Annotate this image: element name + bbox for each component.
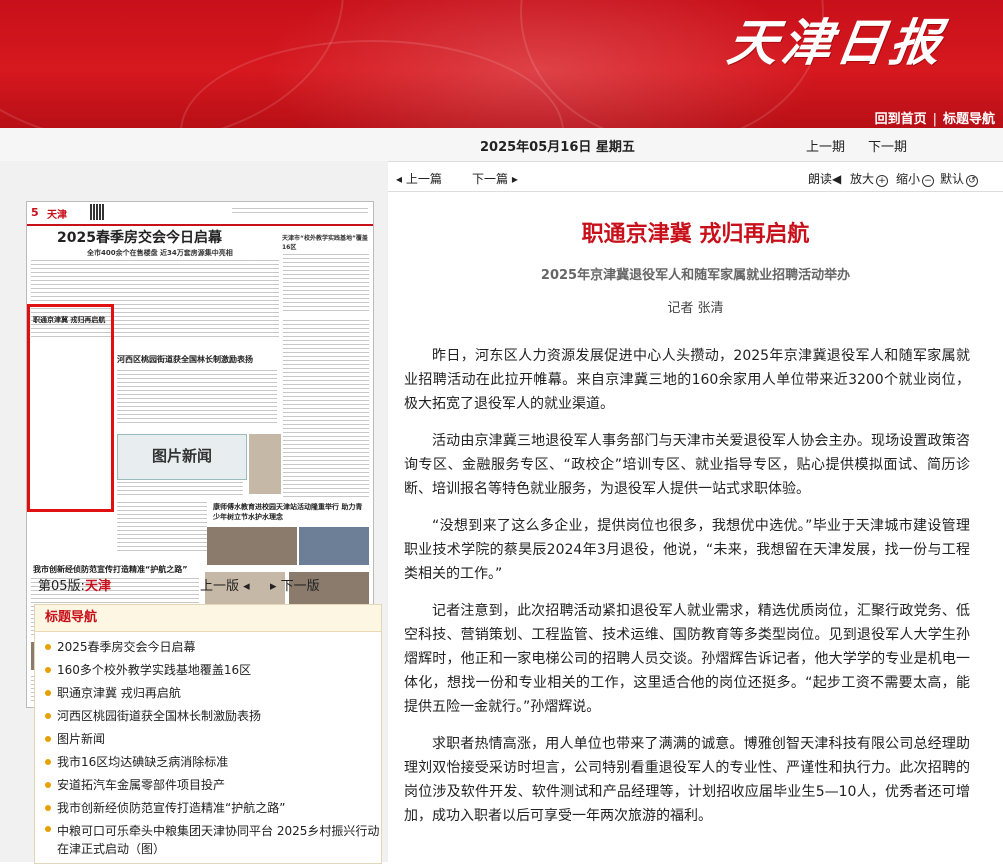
prev-page-link[interactable]: 上一版 ◂ <box>200 575 250 594</box>
date-bar: 2025年05月16日 星期五 上一期 下一期 <box>0 128 1003 162</box>
toc-item[interactable]: 我市16区均达碘缺乏病消除标准 <box>45 751 381 774</box>
reset-icon: ↺ <box>966 175 979 187</box>
qr-code-icon <box>90 204 104 220</box>
speaker-icon: ◀ <box>832 172 842 186</box>
bullet-icon <box>45 667 51 673</box>
bullet-icon <box>45 690 51 696</box>
next-article-link[interactable]: 下一篇 ▸ <box>472 170 518 187</box>
toc-item[interactable]: 我市创新经侦防范宣传打造精准“护航之路” <box>45 797 381 820</box>
article-paragraph: “没想到来了这么多企业，提供岗位也很多，我想优中选优。”毕业于天津城市建设管理职… <box>404 518 970 582</box>
toc-item[interactable]: 安道拓汽车金属零部件项目投产 <box>45 774 381 797</box>
default-size-button[interactable]: 默认 ↺ <box>940 170 979 187</box>
thumb-photo <box>249 434 281 494</box>
edition-label: 第05版:天津 <box>38 575 111 594</box>
bullet-icon <box>45 782 51 788</box>
nav-separator: | <box>932 112 937 127</box>
thumb-story4[interactable]: 我市创新经侦防范宣传打造精准“护航之路” <box>33 564 188 575</box>
article-paragraph: 求职者热情高涨，用人单位也带来了满满的诚意。博雅创智天津科技有限公司总经理助理刘… <box>404 736 970 824</box>
toc-item[interactable]: 河西区桃园街道获全国林长制激励表扬 <box>45 705 381 728</box>
thumb-story3[interactable]: 康师傅水教育进校园天津站活动隆重举行 助力青少年树立节水护水理念 <box>213 502 369 522</box>
thumb-text-block <box>117 482 243 496</box>
thumb-headline[interactable]: 2025春季房交会今日启幕 <box>57 227 222 247</box>
thumb-right-head[interactable]: 天津市“校外教学实践基地”覆盖16区 <box>282 234 370 252</box>
masthead-text <box>232 208 368 216</box>
next-page-link[interactable]: ▸ 下一版 <box>270 575 320 594</box>
headline-nav-link[interactable]: 标题导航 <box>943 112 995 127</box>
edition-prefix: 第05版: <box>38 579 85 594</box>
newspaper-logo[interactable]: 天津日报 <box>723 10 990 76</box>
article-subtitle: 2025年京津冀退役军人和随军家属就业招聘活动举办 <box>540 268 851 283</box>
bullet-icon <box>45 759 51 765</box>
toc-title: 标题导航 <box>35 605 381 632</box>
zoom-in-button[interactable]: 放大 + <box>850 170 889 187</box>
zoom-out-button[interactable]: 缩小 − <box>896 170 935 187</box>
edition-name: 天津 <box>84 579 111 594</box>
prev-issue-link[interactable]: 上一期 <box>806 136 845 155</box>
page-label: 天津 <box>47 210 67 221</box>
highlight-title: 职通京津冀 戎归再启航 <box>33 316 106 324</box>
bullet-icon <box>45 805 51 811</box>
issue-date: 2025年05月16日 星期五 <box>480 140 635 155</box>
article-paragraph: 记者注意到，此次招聘活动紧扣退役军人就业需求，精选优质岗位，汇聚行政党务、低空科… <box>404 603 970 715</box>
article-paragraph: 活动由京津冀三地退役军人事务部门与天津市关爱退役军人协会主办。现场设置政策咨询专… <box>404 433 970 497</box>
prev-page-label: 上一版 <box>200 579 240 594</box>
toc-item[interactable]: 职通京津冀 戎归再启航 <box>45 682 381 705</box>
read-aloud-button[interactable]: 朗读◀ <box>808 170 841 187</box>
thumb-text-block <box>283 320 369 500</box>
toc-item[interactable]: 160多个校外教学实践基地覆盖16区 <box>45 659 381 682</box>
toc-item[interactable]: 图片新闻 <box>45 728 381 751</box>
toc-item[interactable]: 2025春季房交会今日启幕 <box>45 636 381 659</box>
thumb-photo-news[interactable]: 图片新闻 <box>117 434 247 480</box>
thumb-text-block <box>283 254 369 314</box>
plus-icon: + <box>876 175 889 187</box>
selected-article-highlight[interactable]: 职通京津冀 戎归再启航 <box>27 304 114 512</box>
article-title: 职通京津冀 戎归再启航 <box>581 222 810 247</box>
page-number: 5 <box>31 206 39 219</box>
article-body: 昨日，河东区人力资源发展促进中心人头攒动，2025年京津冀退役军人和随军家属就业… <box>404 344 970 841</box>
left-panel: 5 天津 2025春季房交会今日启幕 全市400余个在售楼盘 近34万套房源集中… <box>0 161 388 864</box>
top-nav: 回到首页 | 标题导航 <box>875 108 995 127</box>
home-link[interactable]: 回到首页 <box>875 112 927 127</box>
article-author: 记者 张清 <box>667 301 724 316</box>
thumb-photo <box>299 527 369 565</box>
thumb-text-block <box>117 370 277 426</box>
toc-item[interactable]: 中粮可口可乐牵头中粮集团天津协同平台 2025乡村振兴行动在津正式启动（图） <box>45 820 381 858</box>
photo-news-label: 图片新闻 <box>152 447 213 465</box>
next-page-label: 下一版 <box>280 579 320 594</box>
bullet-icon <box>45 644 51 650</box>
next-issue-link[interactable]: 下一期 <box>868 136 907 155</box>
bullet-icon <box>45 713 51 719</box>
page-masthead: 5 天津 <box>27 202 373 226</box>
masthead-banner: 天津日报 回到首页 | 标题导航 <box>0 0 1003 128</box>
bullet-icon <box>45 736 51 742</box>
minus-icon: − <box>922 175 935 187</box>
thumb-subhead: 全市400余个在售楼盘 近34万套房源集中亮相 <box>87 249 233 257</box>
article-toolbar: ◂ 上一篇 下一篇 ▸ 朗读◀ 放大 + 缩小 − 默认 ↺ <box>388 161 1003 192</box>
prev-article-link[interactable]: ◂ 上一篇 <box>396 170 442 187</box>
article-paragraph: 昨日，河东区人力资源发展促进中心人头攒动，2025年京津冀退役军人和随军家属就业… <box>404 348 970 412</box>
thumb-photo <box>207 527 297 565</box>
thumb-text-block <box>117 502 207 552</box>
bullet-icon <box>45 826 51 832</box>
thumb-story2[interactable]: 河西区桃园街道获全国林长制激励表扬 <box>117 354 253 365</box>
headline-nav-panel: 标题导航 2025春季房交会今日启幕 160多个校外教学实践基地覆盖16区 职通… <box>34 604 382 864</box>
